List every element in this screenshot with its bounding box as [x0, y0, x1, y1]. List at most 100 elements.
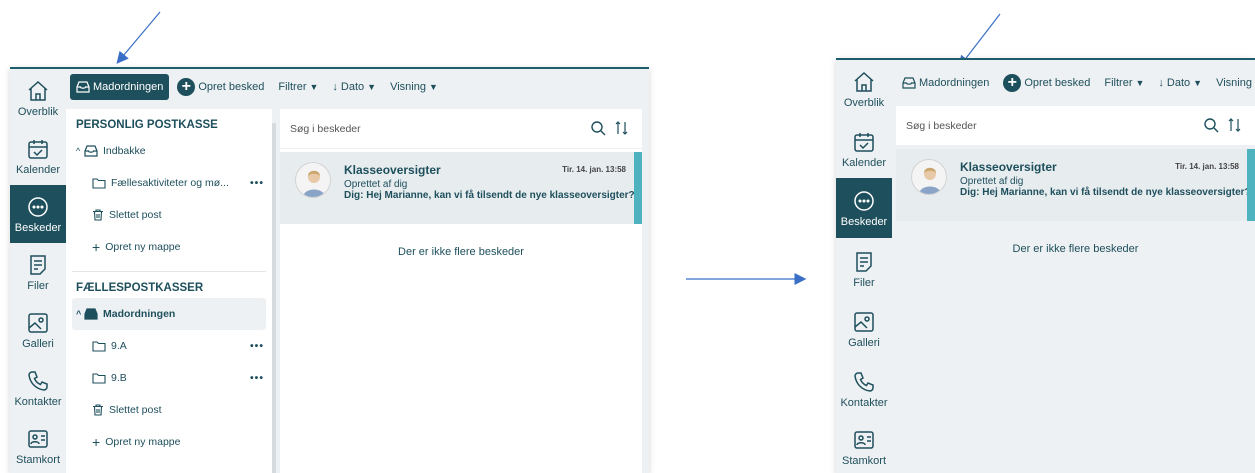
chevron-up-icon[interactable]: ^ — [72, 146, 84, 156]
nav-label: Galleri — [22, 337, 54, 350]
message-creator: Oprettet af dig — [960, 176, 1024, 187]
after-screenshot: Overblik Kalender Beskeder Filer Galleri… — [836, 58, 1255, 473]
nav-kontakter[interactable]: Kontakter — [836, 360, 892, 418]
tree-item-label: Opret ny mappe — [105, 241, 181, 253]
plus-icon: + — [1003, 74, 1022, 92]
tree-item-new-folder-shared[interactable]: + Opret ny mappe — [72, 426, 266, 458]
inbox-icon — [84, 308, 98, 320]
view-button[interactable]: Visning ▼ — [384, 74, 444, 100]
nav-label: Beskeder — [840, 215, 888, 228]
chat-icon — [28, 196, 48, 217]
tree-item-new-folder[interactable]: + Opret ny mappe — [72, 231, 266, 263]
nav-label: Stamkort — [15, 453, 60, 466]
message-subject: Klasseoversigter — [344, 163, 441, 177]
view-label: Visning — [1216, 77, 1252, 89]
nav-galleri[interactable]: Galleri — [10, 301, 66, 359]
date-label: Dato — [1166, 77, 1191, 89]
nav-rail: Overblik Kalender Beskeder Filer Galleri… — [10, 69, 66, 473]
tree-item-folder-9b[interactable]: 9.B ••• — [72, 362, 266, 394]
message-date: Tir. 14. jan. 13:58 — [562, 165, 626, 174]
calendar-icon — [854, 132, 874, 152]
chevron-down-icon: ▼ — [367, 82, 377, 92]
more-options-icon[interactable]: ••• — [250, 372, 264, 384]
message-subject: Klasseoversigter — [960, 160, 1057, 174]
arrow-to-mailbox-before — [116, 11, 161, 64]
file-icon — [856, 251, 872, 272]
filter-button[interactable]: Filtrer ▼ — [1098, 70, 1150, 96]
phone-icon — [28, 370, 48, 391]
nav-label: Beskeder — [14, 221, 62, 234]
before-screenshot: Overblik Kalender Beskeder Filer Galleri… — [10, 67, 649, 473]
nav-kalender[interactable]: Kalender — [836, 120, 892, 178]
inbox-icon — [76, 81, 90, 93]
create-message-button[interactable]: + Opret besked — [997, 70, 1096, 96]
search-input[interactable]: Søg i beskeder — [906, 120, 977, 132]
search-bar[interactable]: Søg i beskeder — [896, 106, 1255, 146]
person-avatar-icon — [919, 167, 941, 194]
nav-kalender[interactable]: Kalender — [10, 127, 66, 185]
chevron-down-icon: ▼ — [428, 82, 438, 92]
tree-item-label: Opret ny mappe — [105, 436, 181, 448]
tree-item-inbox[interactable]: ^ Indbakke — [72, 135, 266, 167]
mailbox-button[interactable]: Madordningen — [896, 70, 995, 96]
sort-filter-icon[interactable] — [614, 120, 630, 136]
nav-label: Kalender — [15, 163, 61, 176]
sort-date-button[interactable]: ↓ Dato ▼ — [1152, 70, 1208, 96]
message-row[interactable]: Klasseoversigter Tir. 14. jan. 13:58 Opr… — [896, 149, 1255, 221]
nav-overblik[interactable]: Overblik — [836, 60, 892, 118]
search-bar[interactable]: Søg i beskeder — [280, 109, 642, 149]
trash-icon — [93, 209, 103, 221]
view-button[interactable]: Visning ▼ — [1210, 70, 1255, 96]
inbox-icon — [902, 77, 916, 89]
nav-overblik[interactable]: Overblik — [10, 69, 66, 127]
tree-scrollbar[interactable] — [272, 123, 276, 473]
more-options-icon[interactable]: ••• — [250, 177, 264, 189]
chevron-up-icon[interactable]: ^ — [72, 309, 84, 319]
tree-item-folder-shared[interactable]: Fællesaktiviteter og mø... ••• — [72, 167, 266, 199]
toolbar: Madordningen + Opret besked Filtrer ▼ ↓ … — [66, 69, 649, 105]
arrow-down-icon: ↓ — [332, 81, 338, 93]
id-card-icon — [854, 430, 874, 449]
more-options-icon[interactable]: ••• — [250, 340, 264, 352]
filter-button[interactable]: Filtrer ▼ — [272, 74, 324, 100]
nav-label: Kontakter — [14, 395, 62, 408]
chevron-down-icon: ▼ — [1193, 78, 1203, 88]
search-input[interactable]: Søg i beskeder — [290, 123, 361, 135]
create-message-button[interactable]: + Opret besked — [171, 74, 270, 100]
nav-beskeder[interactable]: Beskeder — [10, 185, 66, 243]
message-list: Søg i beskeder Klasseoversigter Tir. 14.… — [280, 109, 642, 473]
nav-stamkort[interactable]: Stamkort — [10, 417, 66, 473]
search-icon[interactable] — [1203, 117, 1219, 133]
nav-filer[interactable]: Filer — [10, 243, 66, 301]
nav-beskeder[interactable]: Beskeder — [836, 178, 892, 238]
tree-item-label: 9.A — [111, 340, 127, 352]
nav-kontakter[interactable]: Kontakter — [10, 359, 66, 417]
folder-tree: PERSONLIG POSTKASSE ^ Indbakke Fællesakt… — [66, 109, 272, 473]
nav-label: Overblik — [17, 105, 59, 118]
nav-stamkort[interactable]: Stamkort — [836, 418, 892, 473]
filter-label: Filtrer — [1104, 77, 1133, 89]
folder-icon — [92, 373, 106, 384]
tree-item-folder-9a[interactable]: 9.A ••• — [72, 330, 266, 362]
avatar — [911, 159, 947, 195]
nav-galleri[interactable]: Galleri — [836, 300, 892, 358]
search-icon[interactable] — [590, 120, 606, 136]
sort-date-button[interactable]: ↓ Dato ▼ — [326, 74, 382, 100]
message-preview: Dig: Hej Marianne, kan vi få tilsendt de… — [344, 190, 635, 201]
no-more-messages: Der er ikke flere beskeder — [1012, 243, 1139, 255]
sort-filter-icon[interactable] — [1227, 117, 1243, 133]
date-label: Dato — [340, 81, 365, 93]
nav-label: Overblik — [843, 96, 885, 109]
tree-item-deleted[interactable]: Slettet post — [72, 199, 266, 231]
tree-item-shared-mailbox[interactable]: ^ Madordningen — [72, 298, 266, 330]
home-icon — [28, 80, 48, 101]
id-card-icon — [28, 429, 48, 448]
plus-icon: + — [92, 434, 101, 450]
nav-filer[interactable]: Filer — [836, 240, 892, 298]
mailbox-button[interactable]: Madordningen — [70, 74, 170, 100]
gallery-icon — [28, 312, 48, 333]
message-row[interactable]: Klasseoversigter Tir. 14. jan. 13:58 Opr… — [280, 152, 642, 224]
folder-icon — [92, 178, 106, 189]
message-preview: Dig: Hej Marianne, kan vi få tilsendt de… — [960, 187, 1251, 198]
tree-item-deleted-shared[interactable]: Slettet post — [72, 394, 266, 426]
